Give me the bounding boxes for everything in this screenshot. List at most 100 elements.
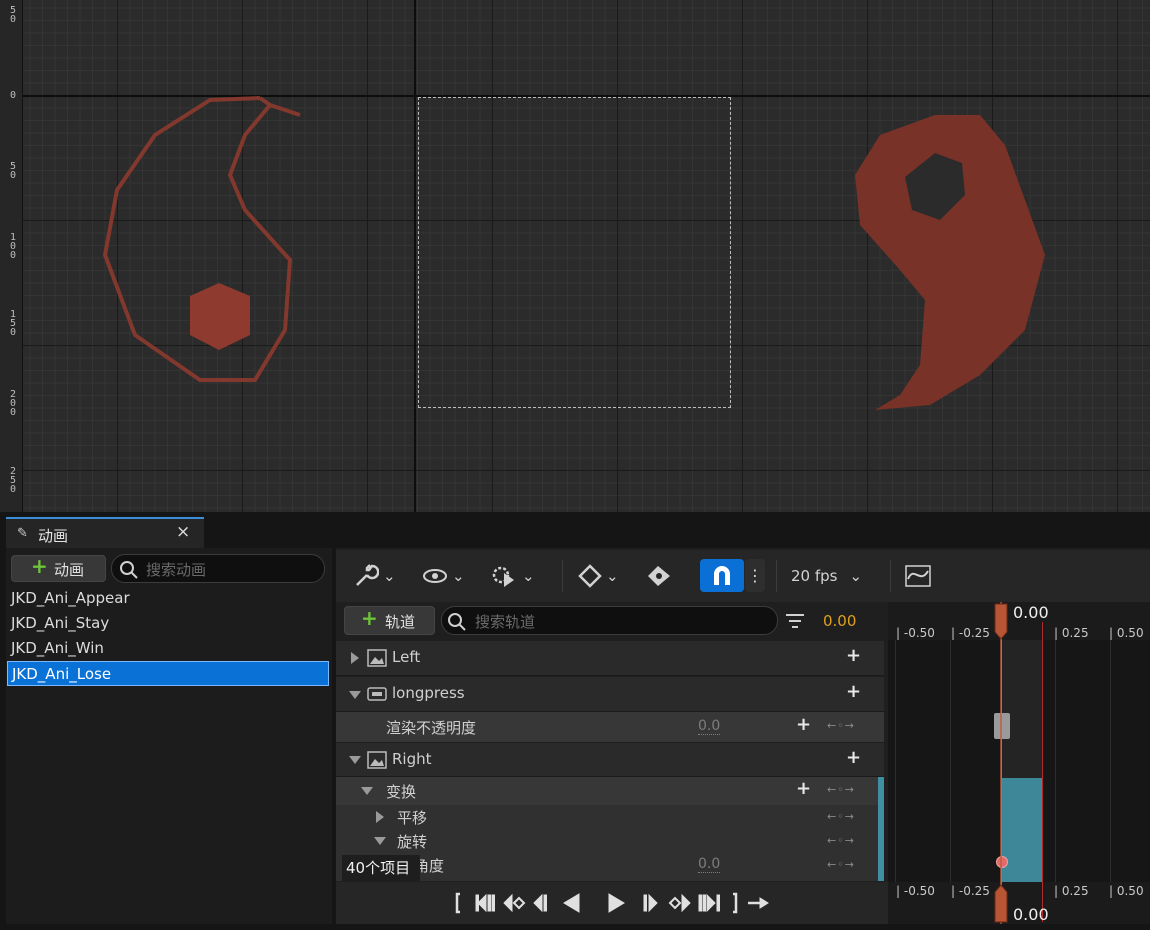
animation-list-item[interactable]: JKD_Ani_Stay xyxy=(7,611,329,636)
eye-dropdown[interactable]: ⌄ xyxy=(422,560,465,592)
collapse-arrow-icon[interactable] xyxy=(361,787,373,795)
search-icon xyxy=(120,561,138,579)
time-tick-label: | 0.25 xyxy=(1054,626,1089,640)
time-tick-label: | 0.50 xyxy=(1109,626,1144,640)
collapse-arrow-icon[interactable] xyxy=(349,691,361,699)
fps-label: 20 fps xyxy=(791,567,838,585)
chevron-down-icon: ⌄ xyxy=(849,567,863,585)
grid-line xyxy=(950,640,951,882)
add-subtrack-icon[interactable]: + xyxy=(846,681,861,702)
button-widget-icon xyxy=(367,687,387,701)
key-navigation-icon[interactable]: ←◦→ xyxy=(827,810,855,823)
track-label: Left xyxy=(392,648,421,666)
key-diamond-icon xyxy=(578,564,602,588)
yin-yang-filled-image[interactable] xyxy=(840,105,1055,420)
plus-icon: + xyxy=(361,606,378,630)
property-row-transform[interactable]: 变换 + ←◦→ xyxy=(336,777,884,805)
transport-controls xyxy=(336,882,888,924)
tab-animations[interactable]: ✎ 动画 × xyxy=(6,517,204,548)
playhead-handle-bottom[interactable] xyxy=(993,884,1009,924)
eye-icon xyxy=(423,569,447,583)
key-tag-button[interactable] xyxy=(646,560,672,592)
chevron-down-icon: ⌄ xyxy=(383,567,396,585)
animation-search-input[interactable]: 搜索动画 xyxy=(111,554,325,583)
key-navigation-icon[interactable]: ←◦→ xyxy=(827,719,855,732)
key-navigation-icon[interactable]: ←◦→ xyxy=(827,834,855,847)
track-row-right[interactable]: Right + xyxy=(336,743,884,777)
track-row-longpress[interactable]: longpress + xyxy=(336,677,884,712)
add-subtrack-icon[interactable]: + xyxy=(846,645,861,666)
playhead-handle-top[interactable] xyxy=(993,602,1009,640)
timeline-area[interactable]: | -0.50 | -0.25 | 0.25 | 0.50 | -0.50 | … xyxy=(888,602,1150,924)
designer-viewport[interactable]: 5 0 0 5 0 1 0 0 1 5 0 2 0 0 2 5 0 xyxy=(0,0,1150,512)
playhead-time-bottom: 0.00 xyxy=(1013,905,1049,924)
selected-section[interactable] xyxy=(1001,778,1042,882)
selection-indicator xyxy=(878,777,884,881)
property-row-rotation[interactable]: 旋转 ←◦→ xyxy=(336,829,884,853)
key-navigation-icon[interactable]: ←◦→ xyxy=(827,783,855,796)
track-label: longpress xyxy=(392,684,465,702)
animation-list-item-selected[interactable]: JKD_Ani_Lose xyxy=(7,661,329,686)
expand-arrow-icon[interactable] xyxy=(376,811,384,823)
collapse-arrow-icon[interactable] xyxy=(374,837,386,845)
time-tick-label: | -0.25 xyxy=(951,626,990,640)
search-icon xyxy=(448,613,466,631)
search-placeholder: 搜索动画 xyxy=(146,561,207,579)
add-track-button[interactable]: + 轨道 xyxy=(344,606,435,635)
gear-play-icon xyxy=(492,566,514,587)
snap-magnet-icon xyxy=(714,566,730,585)
ruler-label: 0 xyxy=(9,90,17,101)
key-dropdown[interactable]: ⌄ xyxy=(578,560,619,592)
grid-line xyxy=(1055,640,1056,882)
add-track-label: 轨道 xyxy=(385,613,416,631)
tab-label: 动画 xyxy=(38,527,69,545)
playback-options-dropdown[interactable]: ⌄ xyxy=(490,560,535,592)
track-search-input[interactable]: 搜索轨道 xyxy=(441,606,778,635)
property-row-opacity[interactable]: 渲染不透明度 0.0 + ←◦→ xyxy=(336,712,884,742)
end-range-marker xyxy=(1042,622,1043,922)
time-tick-label: | 0.25 xyxy=(1054,884,1089,898)
time-tick-label: | -0.25 xyxy=(951,884,990,898)
close-icon[interactable]: × xyxy=(176,522,190,542)
snap-toggle-button[interactable] xyxy=(700,559,744,592)
property-row-translation[interactable]: 平移 ←◦→ xyxy=(336,805,884,829)
keyframe-marker[interactable] xyxy=(994,713,1010,739)
filter-icon[interactable] xyxy=(785,612,805,630)
key-navigation-icon[interactable]: ←◦→ xyxy=(827,858,855,871)
toolbar-divider xyxy=(776,560,777,592)
more-icon[interactable]: ⋮ xyxy=(745,559,765,592)
animation-list-item[interactable]: JKD_Ani_Appear xyxy=(7,586,329,611)
time-tick-label: | -0.50 xyxy=(896,884,935,898)
property-value[interactable]: 0.0 xyxy=(698,719,721,735)
add-subtrack-icon[interactable]: + xyxy=(846,747,861,768)
ruler-label: 5 0 xyxy=(9,161,17,181)
yin-yang-outline-image[interactable] xyxy=(95,90,315,400)
ruler-label: 1 0 0 xyxy=(9,232,17,261)
collapse-arrow-icon[interactable] xyxy=(349,756,361,764)
origin-vertical-line xyxy=(414,0,416,512)
add-animation-label: 动画 xyxy=(54,561,85,579)
image-widget-icon xyxy=(367,751,387,769)
current-time[interactable]: 0.00 xyxy=(823,612,856,630)
add-key-icon[interactable]: + xyxy=(796,778,811,799)
add-animation-button[interactable]: + 动画 xyxy=(11,554,106,582)
keyframe-dot[interactable] xyxy=(996,856,1008,868)
expand-arrow-icon[interactable] xyxy=(351,652,359,664)
property-value[interactable]: 0.0 xyxy=(698,857,721,873)
ruler-label: 2 5 0 xyxy=(9,466,17,495)
playhead-line xyxy=(1000,602,1002,924)
grid-line xyxy=(895,640,896,882)
wrench-icon xyxy=(356,564,379,586)
grid-line xyxy=(1110,640,1111,882)
animation-list-item[interactable]: JKD_Ani_Win xyxy=(7,636,329,661)
add-key-icon[interactable]: + xyxy=(796,714,811,735)
property-label: 旋转 xyxy=(397,833,428,851)
property-label: 渲染不透明度 xyxy=(386,719,477,737)
time-tick-label: | 0.50 xyxy=(1109,884,1144,898)
canvas-bounds xyxy=(418,97,731,408)
curve-editor-button[interactable] xyxy=(904,560,932,592)
wrench-dropdown[interactable]: ⌄ xyxy=(353,560,396,592)
fps-dropdown[interactable]: 20 fps ⌄ xyxy=(791,560,862,592)
track-row-left[interactable]: Left + xyxy=(336,641,884,676)
pen-icon: ✎ xyxy=(17,526,28,541)
